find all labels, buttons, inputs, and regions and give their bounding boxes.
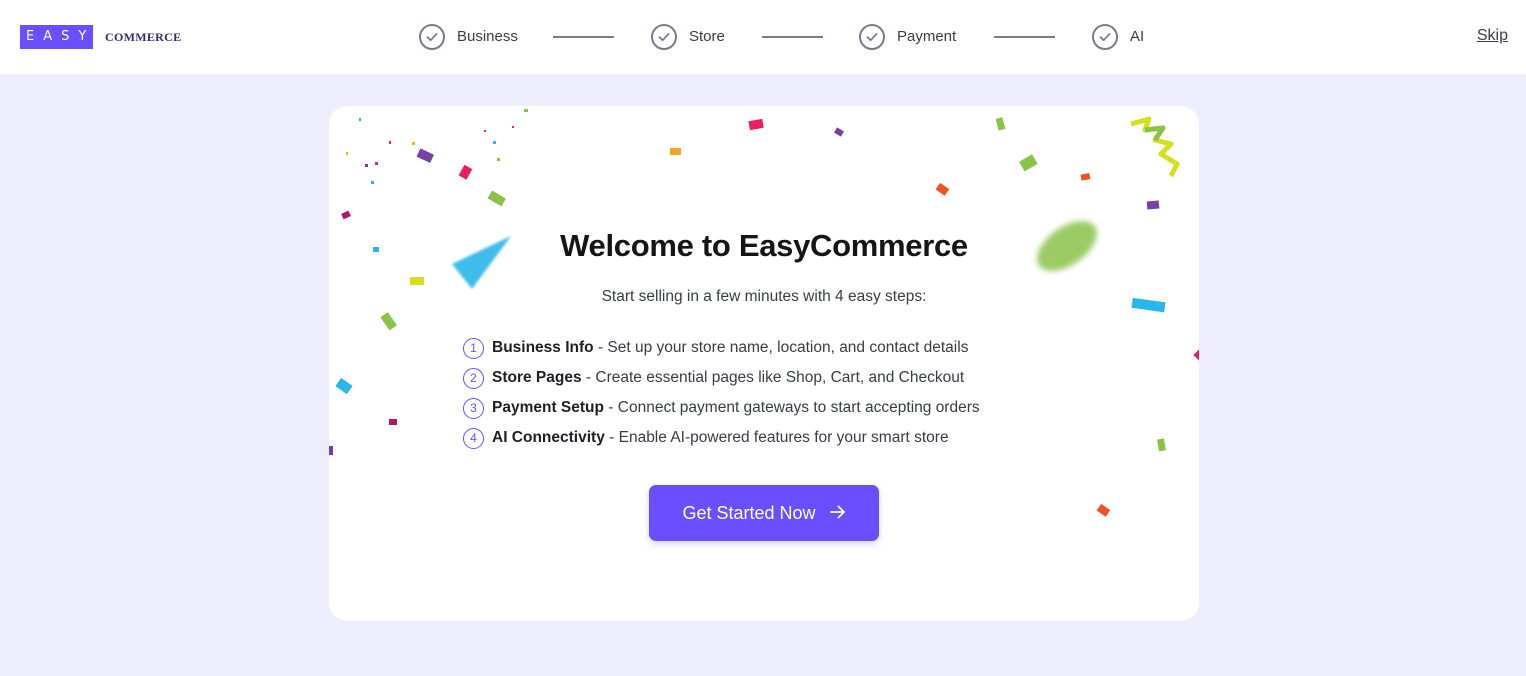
step-description: Create essential pages like Shop, Cart, … [595,369,965,386]
welcome-subtitle: Start selling in a few minutes with 4 ea… [601,288,927,305]
list-item: 2 Store Pages - Create essential pages l… [463,363,980,393]
step-number-badge: 2 [463,367,484,389]
step-store[interactable]: Store [651,24,725,50]
step-label: Business [457,28,518,45]
top-bar: EASY COMMERCE Business Store Payment AI … [0,0,1526,74]
step-connector [762,36,823,38]
setup-steps-list: 1 Business Info - Set up your store name… [463,333,980,453]
step-payment[interactable]: Payment [859,24,956,50]
step-label: Store [689,28,725,45]
check-circle-icon [419,24,445,50]
arrow-right-icon [829,503,846,524]
check-circle-icon [859,24,885,50]
welcome-card: Welcome to EasyCommerce Start selling in… [329,106,1199,621]
check-circle-icon [1092,24,1118,50]
skip-link[interactable]: Skip [1477,27,1508,45]
step-label: AI [1130,28,1145,45]
step-description: Enable AI-powered features for your smar… [618,429,949,446]
list-item: 1 Business Info - Set up your store name… [463,333,980,363]
get-started-button[interactable]: Get Started Now [649,485,879,541]
step-separator: - [604,429,619,446]
step-number-badge: 1 [463,337,484,359]
check-circle-icon [651,24,677,50]
list-item: 4 AI Connectivity - Enable AI-powered fe… [463,423,980,453]
list-item: 3 Payment Setup - Connect payment gatewa… [463,393,980,423]
welcome-title: Welcome to EasyCommerce [560,228,968,263]
step-description: Set up your store name, location, and co… [607,339,969,356]
step-number-badge: 4 [463,427,484,449]
step-connector [994,36,1055,38]
step-connector [553,36,614,38]
step-ai[interactable]: AI [1092,24,1144,50]
step-separator: - [593,339,608,356]
step-business[interactable]: Business [419,24,518,50]
step-number-badge: 3 [463,397,484,419]
step-separator: - [581,369,596,386]
step-description: Connect payment gateways to start accept… [617,399,980,416]
step-name: Business Info [492,339,594,356]
logo-wordmark: COMMERCE [105,29,182,44]
logo: EASY COMMERCE [20,25,181,49]
step-name: Store Pages [492,369,582,386]
logo-mark: EASY [20,25,93,49]
get-started-label: Get Started Now [682,502,816,523]
step-label: Payment [897,28,957,45]
step-name: Payment Setup [492,399,604,416]
step-separator: - [603,399,618,416]
step-name: AI Connectivity [492,429,605,446]
